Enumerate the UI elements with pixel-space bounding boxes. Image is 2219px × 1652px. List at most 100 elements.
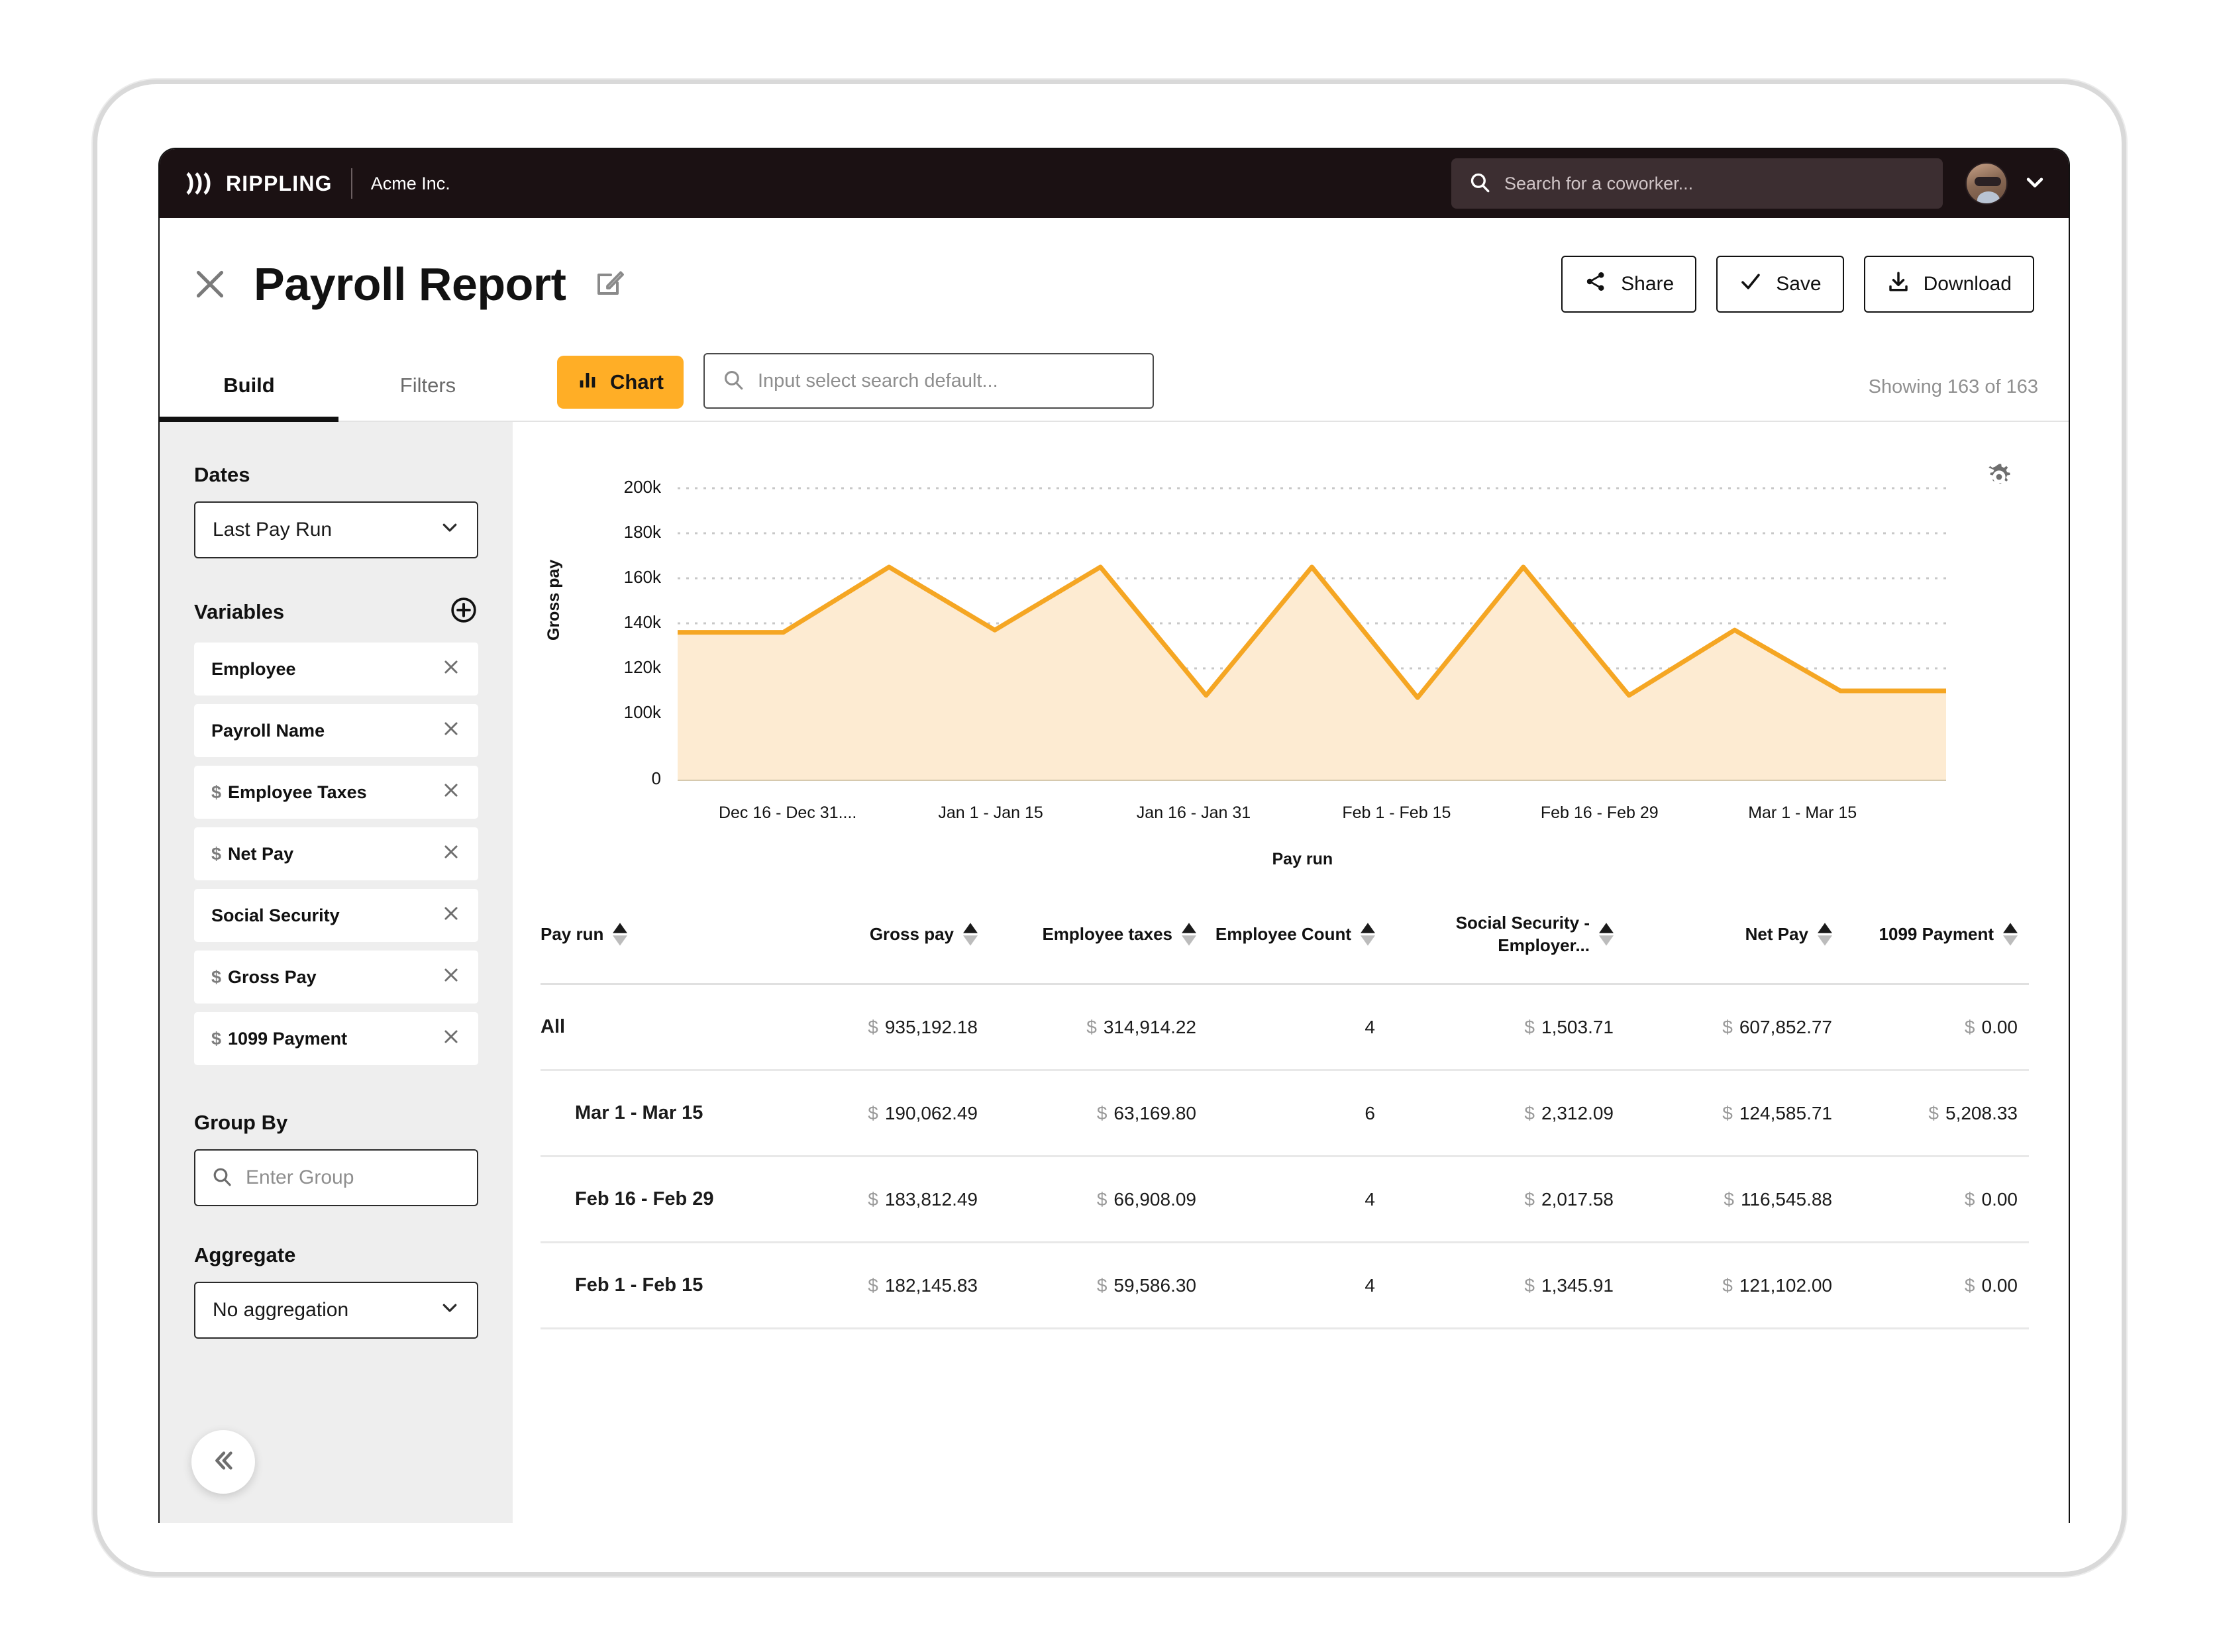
aggregate-label: Aggregate	[194, 1243, 296, 1266]
sort-arrows-icon[interactable]	[613, 923, 628, 946]
table-cell-payment_1099: $0.00	[1832, 1189, 2018, 1210]
currency-symbol: $	[211, 1028, 222, 1049]
avatar[interactable]	[1965, 162, 2008, 205]
table-row[interactable]: Feb 16 - Feb 29 $183,812.49 $66,908.09 4 $2,…	[541, 1157, 2029, 1243]
column-header-employee_count[interactable]: Employee Count	[1196, 923, 1375, 946]
share-button[interactable]: Share	[1561, 256, 1697, 313]
table-cell-pay_run: Mar 1 - Mar 15	[541, 1102, 739, 1124]
sort-arrows-icon[interactable]	[1361, 923, 1375, 946]
column-header-net_pay[interactable]: Net Pay	[1614, 923, 1832, 946]
chart-x-axis-label: Pay run	[1272, 850, 1333, 868]
close-icon[interactable]	[441, 1027, 461, 1051]
currency-symbol: $	[1964, 1274, 1975, 1296]
variable-chip[interactable]: Payroll Name	[194, 704, 478, 757]
rippling-wordmark: RIPPLING	[226, 171, 333, 195]
table-body: All $935,192.18 $314,914.22 4 $1,503.71 $607,…	[541, 985, 2029, 1329]
global-search-input[interactable]: Search for a coworker...	[1451, 158, 1943, 209]
sort-arrows-icon[interactable]	[1599, 923, 1614, 946]
variable-chip[interactable]: $ Gross Pay	[194, 951, 478, 1004]
download-button-label: Download	[1923, 273, 2012, 295]
select-search-placeholder: Input select search default...	[757, 370, 998, 391]
cell-value: 66,908.09	[1113, 1188, 1196, 1210]
sidebar-collapse-button[interactable]	[191, 1430, 255, 1494]
tab-filters-label: Filters	[399, 374, 456, 397]
table-cell-payment_1099: $5,208.33	[1832, 1103, 2018, 1124]
plus-circle-icon[interactable]	[449, 595, 478, 628]
column-header-employee_taxes[interactable]: Employee taxes	[978, 923, 1196, 946]
rippling-logo[interactable]: RIPPLING	[185, 172, 333, 196]
table-cell-payment_1099: $0.00	[1832, 1017, 2018, 1038]
cell-value: 4	[1365, 1016, 1375, 1037]
aggregate-select[interactable]: No aggregation	[194, 1282, 478, 1339]
close-icon[interactable]	[441, 719, 461, 743]
table-cell-employee_count: 6	[1196, 1103, 1375, 1124]
chevron-down-icon[interactable]	[2024, 171, 2046, 197]
variable-chip[interactable]: $ Net Pay	[194, 827, 478, 880]
column-header-pay_run[interactable]: Pay run	[541, 923, 739, 946]
close-icon[interactable]	[441, 965, 461, 990]
select-search-input[interactable]: Input select search default...	[703, 353, 1154, 409]
dates-select[interactable]: Last Pay Run	[194, 501, 478, 558]
cell-value: Feb 1 - Feb 15	[575, 1274, 703, 1296]
sort-arrows-icon[interactable]	[1182, 923, 1196, 946]
tab-build[interactable]: Build	[160, 350, 338, 422]
currency-symbol: $	[1928, 1102, 1939, 1123]
global-topbar: RIPPLING Acme Inc. Search for a coworker…	[160, 149, 2069, 218]
table-cell-social_security_employer: $2,312.09	[1375, 1103, 1614, 1124]
column-header-label: Social Security - Employer...	[1455, 912, 1590, 955]
close-icon[interactable]	[441, 780, 461, 805]
cell-value: 124,585.71	[1739, 1102, 1832, 1123]
currency-symbol: $	[1722, 1274, 1733, 1296]
chart-x-tick-label: Feb 16 - Feb 29	[1540, 803, 1659, 822]
variable-chip[interactable]: $ Employee Taxes	[194, 766, 478, 819]
table-row[interactable]: All $935,192.18 $314,914.22 4 $1,503.71 $607,…	[541, 985, 2029, 1071]
edit-pencil-icon[interactable]	[593, 267, 625, 302]
column-header-gross_pay[interactable]: Gross pay	[739, 923, 978, 946]
currency-symbol: $	[211, 966, 222, 987]
variables-label: Variables	[194, 599, 285, 623]
close-icon[interactable]	[191, 266, 229, 303]
report-header: Payroll Report Share Save Download	[160, 218, 2069, 350]
group-by-input[interactable]: Enter Group	[194, 1149, 478, 1206]
chart-x-tick-label: Feb 1 - Feb 15	[1342, 803, 1451, 822]
dates-select-value: Last Pay Run	[213, 519, 333, 541]
chevron-double-left-icon	[209, 1447, 237, 1478]
variables-list: Employee Payroll Name $ Employee Taxes $ Net …	[194, 643, 478, 1065]
cell-value: 116,545.88	[1740, 1188, 1832, 1210]
table-cell-net_pay: $607,852.77	[1614, 1017, 1832, 1038]
showing-count: Showing 163 of 163	[1868, 376, 2038, 397]
share-button-label: Share	[1621, 273, 1675, 295]
cell-value: 314,914.22	[1103, 1016, 1196, 1037]
table-cell-social_security_employer: $1,345.91	[1375, 1275, 1614, 1296]
currency-symbol: $	[1524, 1102, 1535, 1123]
sort-arrows-icon[interactable]	[963, 923, 978, 946]
save-button[interactable]: Save	[1716, 256, 1844, 313]
currency-symbol: $	[868, 1102, 878, 1123]
aggregate-select-value: No aggregation	[213, 1299, 349, 1321]
column-header-payment_1099[interactable]: 1099 Payment	[1832, 923, 2018, 946]
column-header-social_security_employer[interactable]: Social Security - Employer...	[1375, 912, 1614, 957]
download-button[interactable]: Download	[1863, 256, 2034, 313]
sort-arrows-icon[interactable]	[1818, 923, 1832, 946]
close-icon[interactable]	[441, 842, 461, 866]
table-cell-employee_count: 4	[1196, 1275, 1375, 1296]
chart-x-tick-label: Dec 16 - Dec 31....	[718, 803, 857, 822]
cell-value: 607,852.77	[1739, 1016, 1832, 1037]
variable-chip[interactable]: Employee	[194, 643, 478, 696]
close-icon[interactable]	[441, 657, 461, 682]
variable-chip[interactable]: $1099 Payment	[194, 1012, 478, 1065]
tab-filters[interactable]: Filters	[338, 350, 517, 421]
close-icon[interactable]	[441, 903, 461, 928]
variable-chip-label: Employee Taxes	[228, 782, 367, 802]
table-row[interactable]: Feb 1 - Feb 15 $182,145.83 $59,586.30 4 $1,3…	[541, 1243, 2029, 1329]
currency-symbol: $	[1722, 1016, 1733, 1037]
cell-value: 5,208.33	[1945, 1102, 2018, 1123]
variable-chip[interactable]: Social Security	[194, 889, 478, 942]
table-cell-social_security_employer: $1,503.71	[1375, 1017, 1614, 1038]
sort-arrows-icon[interactable]	[2003, 923, 2018, 946]
download-icon	[1886, 270, 1910, 299]
cell-value: 182,145.83	[884, 1274, 978, 1296]
table-row[interactable]: Mar 1 - Mar 15 $190,062.49 $63,169.80 6 $2,3…	[541, 1071, 2029, 1157]
chart-toggle-button[interactable]: Chart	[557, 356, 684, 409]
